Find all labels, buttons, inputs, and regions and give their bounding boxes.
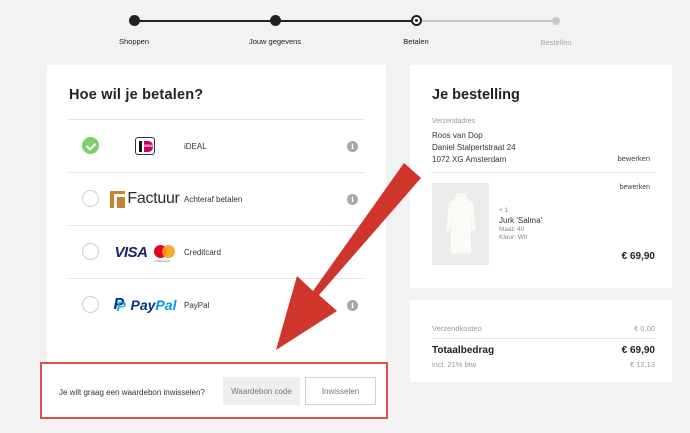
- paypal-logo-text-2: Pal: [155, 297, 177, 313]
- step-label: Shoppen: [118, 37, 150, 46]
- mastercard-icon: mastercard: [153, 245, 176, 263]
- step-label: Bestellen: [540, 38, 572, 47]
- total-value: € 69,90: [621, 345, 655, 356]
- totals-panel: Verzendkosten € 0,00 Totaalbedrag € 69,9…: [410, 300, 672, 382]
- shipping-value: € 0,00: [634, 324, 655, 333]
- step-dot-current: [410, 15, 422, 26]
- step-dot: [128, 15, 140, 26]
- step-betalen: Betalen: [366, 15, 466, 46]
- paypal-icon: [114, 296, 126, 314]
- payment-method-name: Achteraf betalen: [184, 195, 243, 204]
- voucher-label: Je wilt graag een waardebon inwisselen?: [59, 388, 205, 397]
- factuur-logo: Factuur: [109, 185, 181, 213]
- payment-method-factuur[interactable]: Factuur Achteraf betalen i: [69, 172, 364, 225]
- info-icon[interactable]: i: [347, 194, 358, 205]
- info-icon[interactable]: i: [347, 300, 358, 311]
- visa-logo: VISA: [114, 243, 148, 261]
- total-label: Totaalbedrag: [432, 345, 495, 356]
- step-bestellen: Bestellen: [506, 15, 606, 47]
- address-line: 1072 XG Amsterdam: [432, 155, 507, 164]
- product-details: + 1 Jurk 'Salma' Maat: 40 Kleur: Wit: [499, 207, 542, 243]
- vat-value: € 12,13: [629, 360, 655, 369]
- factuur-logo-text: Factuur: [127, 190, 180, 207]
- product-qty: + 1: [499, 207, 509, 214]
- checkout-progress: Shoppen Jouw gegevens Betalen Bestellen: [0, 0, 690, 60]
- radio-unselected[interactable]: [82, 296, 99, 313]
- step-shoppen[interactable]: Shoppen: [84, 15, 184, 46]
- ideal-icon: iDEAL: [135, 137, 155, 155]
- payment-panel: Hoe wil je betalen? iDEAL iDEAL i Factuu…: [47, 65, 386, 363]
- address-line: Daniel Stalpertstraat 24: [432, 143, 516, 152]
- radio-unselected[interactable]: [82, 190, 99, 207]
- factuur-icon: [110, 190, 126, 208]
- step-label: Betalen: [403, 37, 429, 46]
- order-panel: Je bestelling Verzendadres Roos van Dop …: [410, 65, 672, 288]
- divider: [432, 172, 655, 173]
- paypal-logo: PayPal: [109, 291, 181, 319]
- order-title: Je bestelling: [432, 87, 520, 103]
- divider: [432, 338, 655, 339]
- product-color: Kleur: Wit: [499, 234, 528, 241]
- voucher-code-input[interactable]: [223, 377, 300, 405]
- payment-method-name: iDEAL: [184, 142, 207, 151]
- payment-method-name: PayPal: [184, 301, 210, 310]
- step-dot-todo: [552, 17, 560, 25]
- edit-address-link[interactable]: bewerken: [617, 154, 650, 163]
- payment-method-ideal[interactable]: iDEAL iDEAL i: [69, 119, 364, 172]
- creditcard-logos: VISA mastercard: [109, 238, 181, 266]
- step-jouw-gegevens[interactable]: Jouw gegevens: [225, 15, 325, 46]
- product-image[interactable]: [432, 183, 489, 265]
- product-size: Maat: 40: [499, 225, 525, 233]
- step-dot: [269, 15, 281, 26]
- voucher-box: Je wilt graag een waardebon inwisselen? …: [40, 362, 388, 419]
- redeem-button[interactable]: Inwisselen: [305, 377, 376, 405]
- radio-selected[interactable]: [82, 137, 99, 154]
- edit-item-link[interactable]: bewerken: [620, 184, 650, 191]
- paypal-logo-text: Pay: [130, 297, 156, 313]
- ideal-logo: iDEAL: [109, 132, 181, 160]
- address-line: Roos van Dop: [432, 131, 483, 140]
- radio-unselected[interactable]: [82, 243, 99, 260]
- shipping-address: Roos van Dop Daniel Stalpertstraat 24 10…: [432, 130, 516, 166]
- payment-title: Hoe wil je betalen?: [69, 87, 204, 103]
- info-icon[interactable]: i: [347, 141, 358, 152]
- vat-label: incl. 21% btw: [432, 360, 477, 369]
- product-name: Jurk 'Salma': [499, 215, 543, 225]
- address-label: Verzendadres: [432, 118, 476, 125]
- payment-method-paypal[interactable]: PayPal PayPal i: [69, 278, 364, 331]
- step-label: Jouw gegevens: [248, 37, 302, 46]
- payment-method-name: Creditcard: [184, 248, 221, 257]
- dress-image: [446, 193, 476, 254]
- product-price: € 69,90: [621, 251, 655, 262]
- shipping-label: Verzendkosten: [432, 324, 482, 333]
- payment-method-creditcard[interactable]: VISA mastercard Creditcard: [69, 225, 364, 278]
